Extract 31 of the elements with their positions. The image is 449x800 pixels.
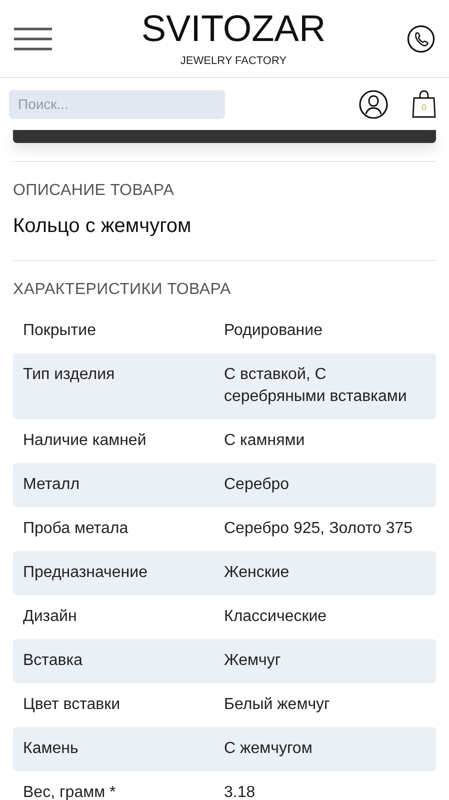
spec-value: С жемчугом [224, 739, 314, 759]
spec-value: 3.18 [224, 783, 256, 800]
spec-name: Камень [23, 739, 80, 759]
logo[interactable]: SVITOZAR [141, 10, 326, 48]
spec-name: Предназначение [23, 563, 148, 583]
search-field[interactable]: Поиск... [9, 90, 225, 118]
spec-value: Серебро 925, Золото 375 [224, 519, 414, 539]
section-heading: ОПИСАНИЕ ТОВАРА [13, 182, 176, 200]
spec-name: Металл [23, 475, 81, 495]
spec-value: Родирование [224, 321, 324, 341]
spec-name: Покрытие [23, 321, 97, 341]
spec-value: Жемчуг [224, 651, 282, 671]
menu-icon[interactable] [14, 26, 52, 50]
spec-name: Вставка [23, 651, 84, 671]
spec-name: Проба метала [23, 519, 130, 539]
spec-value: С вставкой, С серебряными вставками [224, 365, 408, 407]
spec-name: Дизайн [23, 607, 78, 627]
spec-value: Белый жемчуг [224, 695, 331, 715]
spec-value: Женские [224, 563, 290, 583]
section-heading: ХАРАКТЕРИСТИКИ ТОВАРА [13, 281, 232, 299]
spec-name: Цвет вставки [23, 695, 122, 715]
logo-tagline: JEWELRY FACTORY [180, 55, 287, 67]
product-description: Кольцо с жемчугом [13, 215, 192, 239]
phone-icon[interactable] [406, 24, 435, 52]
spec-value: Классические [224, 607, 328, 627]
spec-value: Серебро [224, 475, 290, 495]
spec-name: Вес, грамм * [23, 783, 117, 800]
spec-value: С камнями [224, 431, 306, 451]
spec-name: Наличие камней [23, 431, 148, 451]
user-icon[interactable] [359, 90, 388, 118]
spec-name: Тип изделия [23, 365, 116, 385]
